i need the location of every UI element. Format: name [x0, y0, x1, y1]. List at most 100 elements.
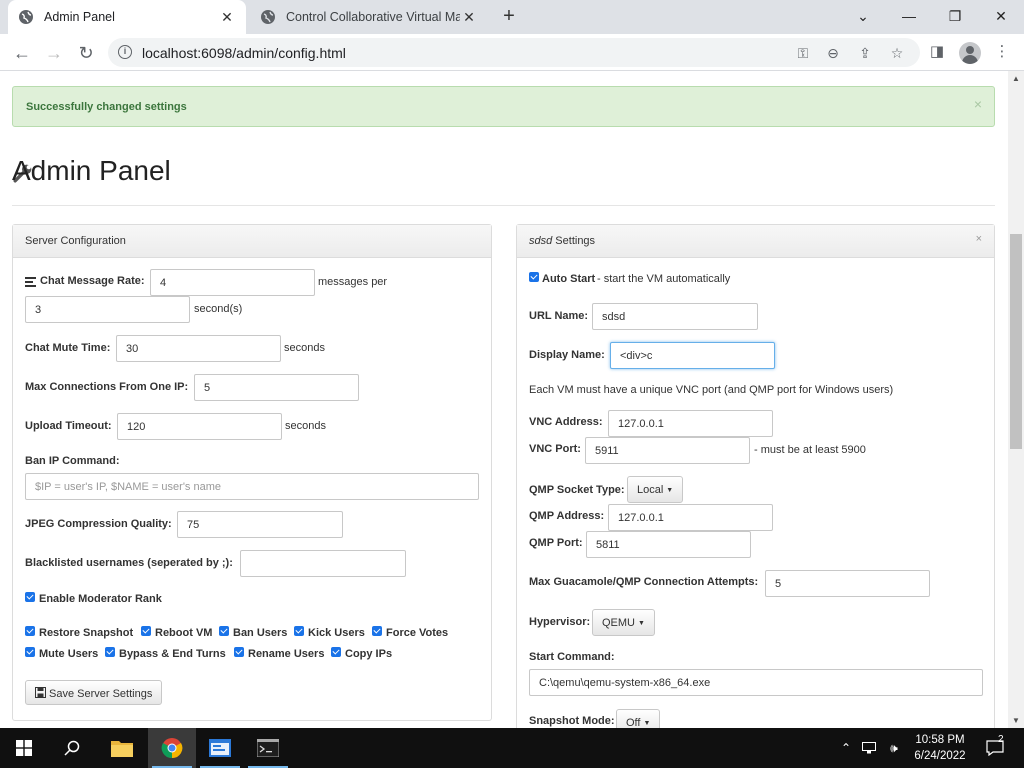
- page-heading: Admin Panel: [12, 155, 171, 186]
- close-window-button[interactable]: ✕: [988, 4, 1014, 28]
- address-bar[interactable]: i localhost:6098/admin/config.html ⚿ ⊖ ⇪…: [108, 38, 920, 67]
- moderator-rank-label: Enable Moderator Rank: [39, 593, 162, 605]
- qmp-port-input[interactable]: 5811: [586, 531, 751, 558]
- perm-bypass-turns-checkbox[interactable]: [105, 647, 115, 657]
- panel-title: Server Configuration: [25, 235, 126, 247]
- site-info-icon[interactable]: i: [118, 45, 132, 59]
- display-name-input[interactable]: <div>c: [610, 342, 775, 369]
- new-tab-button[interactable]: +: [498, 6, 520, 28]
- upload-timeout-input[interactable]: 120: [117, 413, 282, 440]
- snapshot-mode-dropdown[interactable]: Off ▼: [616, 709, 661, 728]
- ban-ip-label: Ban IP Command:: [25, 455, 120, 467]
- jpeg-quality-label: JPEG Compression Quality:: [25, 518, 172, 530]
- tab-admin-panel[interactable]: Admin Panel ✕: [8, 0, 246, 34]
- blacklist-input[interactable]: [240, 550, 406, 577]
- terminal-button[interactable]: [244, 728, 292, 768]
- ban-ip-input[interactable]: $IP = user's IP, $NAME = user's name: [25, 473, 479, 500]
- url-name-input[interactable]: sdsd: [592, 303, 758, 330]
- system-clock[interactable]: 10:58 PM 6/24/2022: [905, 732, 975, 764]
- search-button[interactable]: [48, 728, 96, 768]
- globe-icon: [19, 10, 33, 24]
- tab-title: Control Collaborative Virtual Mac: [286, 10, 460, 24]
- app-button[interactable]: [196, 728, 244, 768]
- server-config-panel: Server Configuration Chat Message Rate: …: [12, 224, 492, 721]
- blacklist-label: Blacklisted usernames (seperated by ;):: [25, 557, 233, 569]
- tab-search-icon[interactable]: ⌄: [850, 4, 876, 28]
- perm-copy-ips-checkbox[interactable]: [331, 647, 341, 657]
- hypervisor-label: Hypervisor:: [529, 616, 591, 628]
- alert-close-icon[interactable]: ×: [974, 96, 982, 112]
- url-name-label: URL Name:: [529, 310, 589, 322]
- panel-header: sdsd Settings ×: [517, 225, 994, 258]
- divider: [12, 205, 995, 206]
- panel-close-icon[interactable]: ×: [976, 233, 982, 245]
- minimize-button[interactable]: —: [896, 4, 922, 28]
- scroll-down-arrow-icon[interactable]: ▼: [1012, 716, 1020, 725]
- page-title: Admin Panel: [12, 154, 171, 186]
- caret-down-icon: ▼: [666, 487, 674, 494]
- perm-mute-users-checkbox[interactable]: [25, 647, 35, 657]
- max-attempts-input[interactable]: 5: [765, 570, 930, 597]
- save-server-settings-button[interactable]: Save Server Settings: [25, 680, 163, 705]
- globe-icon: [261, 10, 275, 24]
- start-command-input[interactable]: C:\qemu\qemu-system-x86_64.exe: [529, 669, 983, 696]
- network-icon[interactable]: [860, 728, 880, 768]
- list-icon: [25, 277, 36, 287]
- max-connections-label: Max Connections From One IP:: [25, 381, 189, 393]
- file-explorer-button[interactable]: [98, 728, 146, 768]
- perm-force-votes-checkbox[interactable]: [372, 626, 382, 636]
- perm-reboot-vm-checkbox[interactable]: [141, 626, 151, 636]
- chat-rate-input[interactable]: 4: [150, 269, 315, 296]
- chrome-icon: [161, 738, 183, 759]
- share-icon[interactable]: ⇪: [856, 44, 874, 62]
- jpeg-quality-input[interactable]: 75: [177, 511, 343, 538]
- start-button[interactable]: [0, 728, 48, 768]
- page-scrollbar[interactable]: ▲ ▼: [1008, 71, 1024, 728]
- tab-strip: Admin Panel ✕ Control Collaborative Virt…: [0, 0, 1024, 34]
- tray-chevron-up-icon[interactable]: ⌃: [838, 728, 854, 768]
- zoom-icon[interactable]: ⊖: [824, 44, 842, 62]
- qmp-socket-dropdown[interactable]: Local ▼: [627, 476, 684, 503]
- browser-toolbar: ← → ↻ i localhost:6098/admin/config.html…: [0, 34, 1024, 71]
- vm-settings-panel: sdsd Settings × Auto Start - start the V…: [516, 224, 995, 728]
- vnc-address-input[interactable]: 127.0.0.1: [608, 410, 773, 437]
- perm-label: Ban Users: [233, 627, 288, 639]
- chat-rate-seconds-input[interactable]: 3: [25, 296, 190, 323]
- scrollbar-thumb[interactable]: [1010, 234, 1022, 449]
- chat-mute-input[interactable]: 30: [116, 335, 281, 362]
- perm-label: Force Votes: [386, 627, 449, 639]
- qmp-address-label: QMP Address:: [529, 510, 605, 522]
- notifications-button[interactable]: 2: [982, 728, 1008, 768]
- restore-button[interactable]: ❐: [942, 4, 968, 28]
- max-connections-input[interactable]: 5: [194, 374, 359, 401]
- clock-date: 6/24/2022: [914, 750, 966, 762]
- tab-control-collaborative[interactable]: Control Collaborative Virtual Mac ✕: [250, 0, 488, 34]
- volume-icon[interactable]: 🕪: [884, 728, 904, 768]
- hypervisor-dropdown[interactable]: QEMU ▼: [592, 609, 655, 636]
- perm-restore-snapshot-checkbox[interactable]: [25, 626, 35, 636]
- tab-title: Admin Panel: [44, 10, 115, 24]
- perm-label: Mute Users: [39, 648, 99, 660]
- chrome-button[interactable]: [148, 728, 196, 768]
- notification-count: 2: [998, 734, 1004, 745]
- moderator-rank-checkbox[interactable]: [25, 592, 35, 602]
- back-arrow-icon[interactable]: ←: [10, 41, 34, 65]
- bookmark-star-icon[interactable]: ☆: [888, 44, 906, 62]
- key-icon[interactable]: ⚿: [794, 44, 812, 62]
- perm-ban-users-checkbox[interactable]: [219, 626, 229, 636]
- profile-avatar-icon[interactable]: [959, 42, 981, 64]
- panel-header: Server Configuration: [13, 225, 491, 258]
- reload-icon[interactable]: ↻: [74, 41, 98, 65]
- forward-arrow-icon[interactable]: →: [42, 41, 66, 65]
- tab-close-icon[interactable]: ✕: [218, 9, 236, 26]
- perm-kick-users-checkbox[interactable]: [294, 626, 304, 636]
- scroll-up-arrow-icon[interactable]: ▲: [1012, 74, 1020, 83]
- tab-close-icon[interactable]: ✕: [460, 9, 478, 26]
- qmp-address-input[interactable]: 127.0.0.1: [608, 504, 773, 531]
- side-panel-icon[interactable]: ◨: [927, 42, 947, 62]
- perm-label: Reboot VM: [155, 627, 213, 639]
- perm-rename-users-checkbox[interactable]: [234, 647, 244, 657]
- auto-start-checkbox[interactable]: [529, 272, 539, 282]
- menu-kebab-icon[interactable]: ⋮: [992, 42, 1012, 62]
- vnc-port-input[interactable]: 5911: [585, 437, 750, 464]
